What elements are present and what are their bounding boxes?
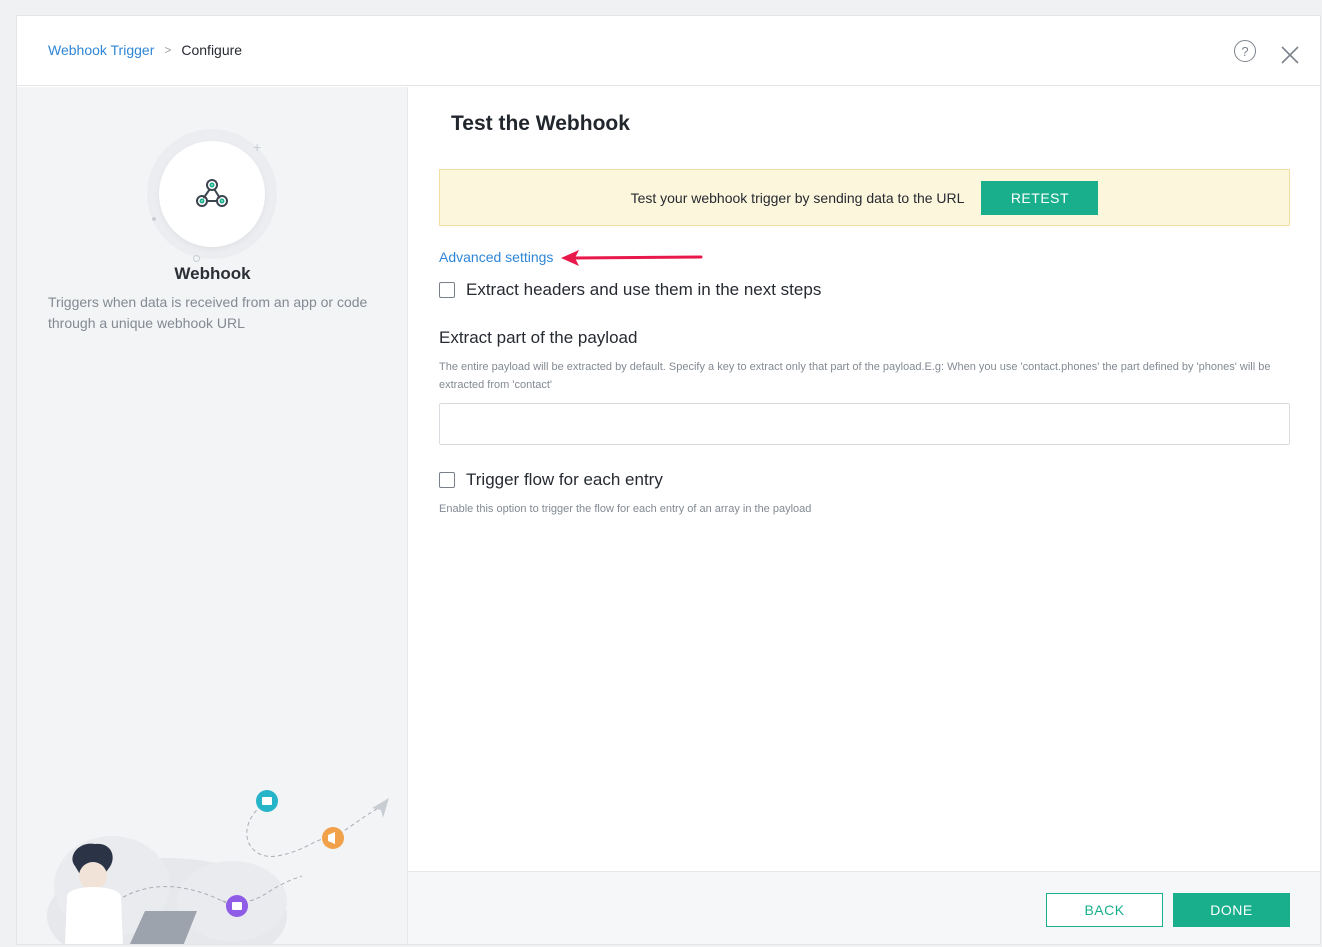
retest-button[interactable]: RETEST — [981, 180, 1099, 215]
app-icon-circle — [159, 141, 265, 247]
dialog-footer: BACK DONE — [408, 871, 1320, 944]
banner-text: Test your webhook trigger by sending dat… — [630, 189, 965, 206]
breadcrumb-webhook-trigger[interactable]: Webhook Trigger — [48, 42, 154, 58]
help-icon[interactable]: ? — [1234, 40, 1256, 62]
payload-key-input[interactable] — [439, 403, 1290, 445]
app-info-panel: + Webhook Triggers when data is received… — [17, 87, 408, 944]
back-button[interactable]: BACK — [1046, 893, 1163, 927]
extract-headers-checkbox[interactable] — [439, 282, 455, 298]
extract-headers-label: Extract headers and use them in the next… — [466, 280, 822, 299]
breadcrumb-separator: > — [164, 43, 172, 57]
extract-payload-title: Extract part of the payload — [439, 328, 638, 347]
page-title: Test the Webhook — [451, 112, 630, 135]
app-description: Triggers when data is received from an a… — [48, 294, 368, 331]
app-name: Webhook — [174, 264, 251, 283]
extract-payload-help: The entire payload will be extracted by … — [439, 361, 1271, 391]
breadcrumb: Webhook Trigger > Configure — [48, 42, 242, 58]
decor-dot — [152, 217, 156, 221]
trigger-each-checkbox[interactable] — [439, 472, 455, 488]
extract-headers-option[interactable]: Extract headers and use them in the next… — [439, 280, 821, 300]
breadcrumb-current: Configure — [181, 42, 243, 58]
done-button[interactable]: DONE — [1173, 893, 1290, 927]
configure-dialog: Webhook Trigger > Configure ? + Webhook … — [16, 15, 1321, 945]
trigger-each-help: Enable this option to trigger the flow f… — [439, 503, 812, 515]
decor-ring-dot — [193, 255, 200, 262]
webhook-icon — [196, 179, 228, 207]
advanced-settings-link[interactable]: Advanced settings — [439, 249, 553, 265]
annotation-arrow-icon — [561, 250, 703, 266]
decor-plus-icon: + — [253, 139, 262, 155]
test-banner: Test your webhook trigger by sending dat… — [439, 169, 1290, 226]
close-icon[interactable] — [1280, 45, 1300, 65]
trigger-each-label: Trigger flow for each entry — [466, 470, 663, 489]
trigger-each-option[interactable]: Trigger flow for each entry — [439, 470, 663, 490]
integration-illustration — [47, 790, 389, 944]
main-panel: Test the Webhook Test your webhook trigg… — [408, 87, 1320, 944]
dialog-header: Webhook Trigger > Configure ? — [17, 16, 1320, 86]
